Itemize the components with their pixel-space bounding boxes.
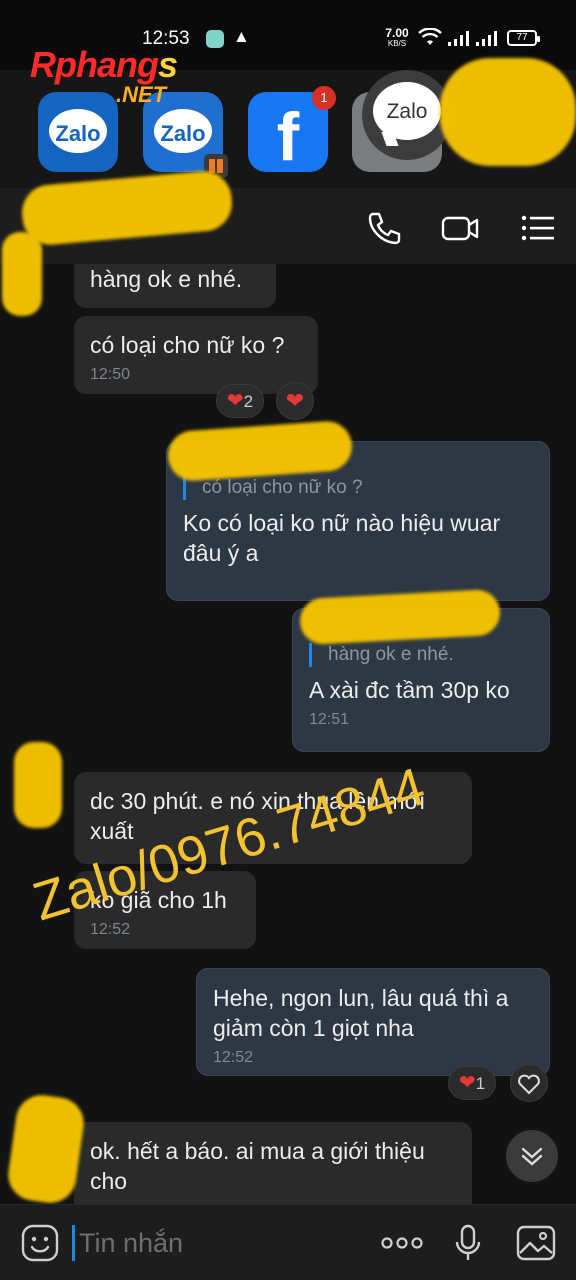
heart-outline-icon — [518, 1074, 540, 1095]
reaction-badge[interactable]: ❤1 — [448, 1066, 496, 1100]
quoted-message[interactable]: hàng ok e nhé. — [309, 643, 533, 667]
message-bubble-outgoing[interactable]: Hehe, ngon lun, lâu quá thì a giảm còn 1… — [196, 968, 550, 1076]
signal-icon — [476, 31, 497, 46]
chevron-double-down-icon — [521, 1147, 543, 1166]
censor-blob — [440, 58, 576, 166]
message-bubble-incoming[interactable]: hàng ok e nhé. — [74, 264, 276, 308]
quoted-message[interactable]: có loại cho nữ ko ? — [183, 476, 533, 500]
video-call-icon[interactable] — [440, 208, 480, 248]
image-icon[interactable] — [516, 1223, 556, 1263]
react-heart-button[interactable]: ❤ — [276, 382, 314, 420]
wifi-icon — [418, 28, 442, 45]
battery-icon: 77 — [507, 30, 540, 46]
signal-icon — [448, 31, 469, 46]
message-bubble-incoming[interactable]: có loại cho nữ ko ? 12:50 — [74, 316, 318, 394]
censor-blob — [2, 232, 42, 316]
heart-icon: ❤ — [285, 388, 305, 413]
emoji-icon[interactable] — [20, 1223, 60, 1263]
phone-icon[interactable] — [364, 208, 404, 248]
network-speed: 7.00 KB/S — [385, 26, 409, 48]
heart-icon: ❤ — [458, 1072, 476, 1094]
more-icon[interactable] — [380, 1223, 424, 1263]
scroll-to-bottom-button[interactable] — [506, 1130, 558, 1182]
heart-icon: ❤ — [226, 390, 244, 412]
reaction-badge[interactable]: ❤2 — [216, 384, 264, 418]
site-logo-watermark: Rphangs .NET — [30, 44, 178, 107]
chat-messages[interactable]: hàng ok e nhé. có loại cho nữ ko ? 12:50… — [0, 264, 576, 1204]
message-input[interactable]: Tin nhắn — [72, 1225, 352, 1261]
censor-blob — [14, 742, 62, 828]
notification-badge: 1 — [312, 86, 336, 110]
microphone-icon[interactable] — [448, 1223, 488, 1263]
zalo-floating-bubble[interactable]: Zalo — [362, 70, 452, 160]
warning-icon: ▲ — [233, 27, 250, 46]
react-heart-button[interactable] — [510, 1064, 548, 1102]
menu-icon[interactable] — [518, 208, 558, 248]
message-composer: Tin nhắn — [0, 1204, 576, 1280]
message-bubble-incoming[interactable]: ok. hết a báo. ai mua a giới thiệu cho — [74, 1122, 472, 1204]
